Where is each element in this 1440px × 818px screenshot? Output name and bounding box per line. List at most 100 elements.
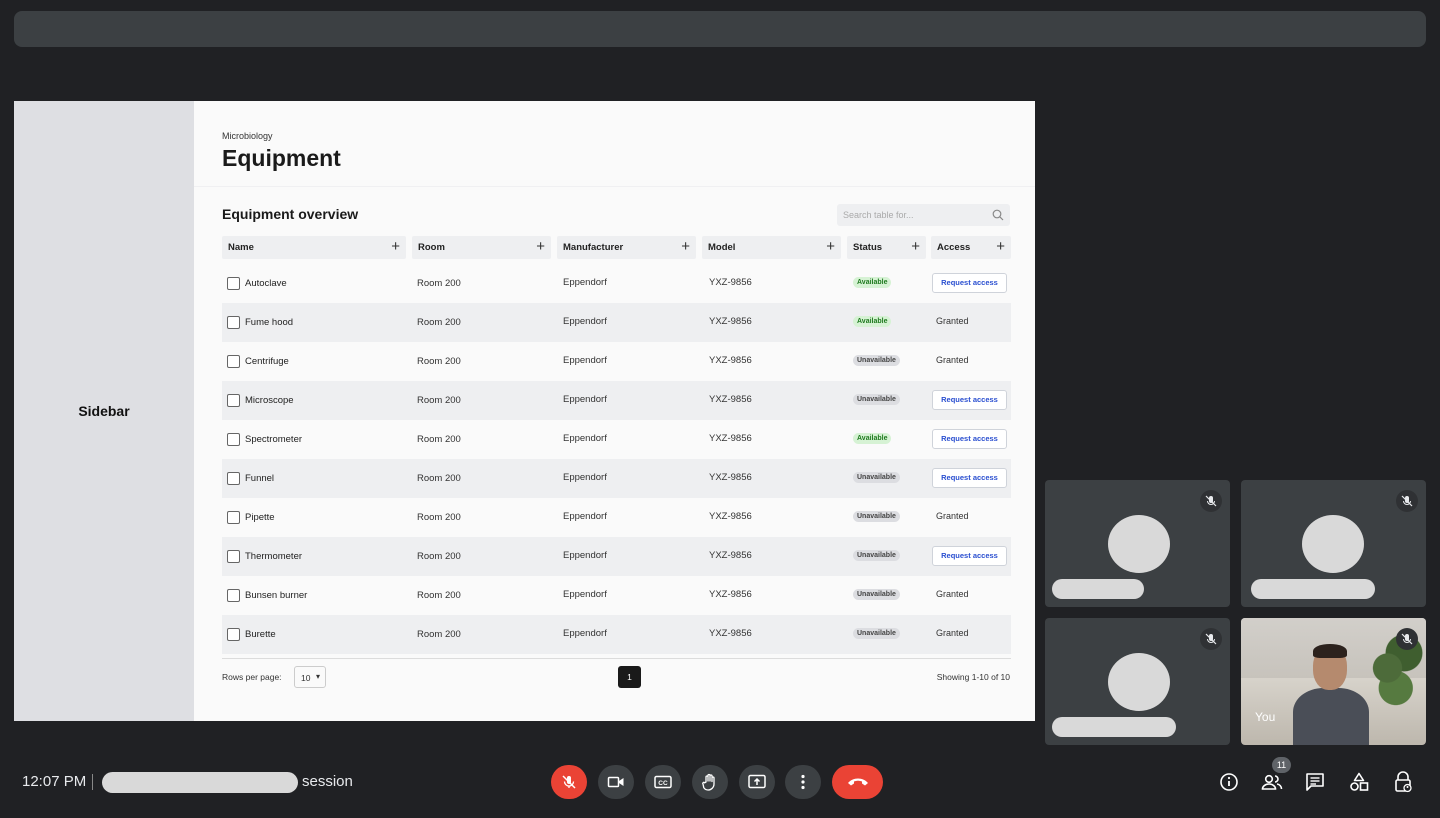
add-column-icon[interactable]: + bbox=[391, 239, 400, 254]
column-header-label: Name bbox=[228, 242, 254, 253]
add-column-icon[interactable]: + bbox=[996, 239, 1005, 254]
room-cell: Room 200 bbox=[417, 278, 461, 289]
row-checkbox[interactable] bbox=[227, 355, 240, 368]
manufacturer-cell: Eppendorf bbox=[563, 394, 607, 405]
status-badge: Unavailable bbox=[853, 589, 900, 600]
table-row[interactable]: Autoclave Room 200 Eppendorf YXZ-9856 Availa… bbox=[222, 264, 1011, 303]
table-row[interactable]: Thermometer Room 200 Eppendorf YXZ-9856 Unav… bbox=[222, 537, 1011, 576]
status-badge: Unavailable bbox=[853, 394, 900, 405]
manufacturer-cell: Eppendorf bbox=[563, 355, 607, 366]
column-header-room[interactable]: Room + bbox=[412, 236, 551, 259]
add-column-icon[interactable]: + bbox=[681, 239, 690, 254]
row-checkbox[interactable] bbox=[227, 628, 240, 641]
table-footer-divider bbox=[222, 658, 1011, 659]
participant-tile[interactable] bbox=[1241, 480, 1426, 607]
row-checkbox[interactable] bbox=[227, 394, 240, 407]
captions-button[interactable]: CC bbox=[645, 765, 681, 799]
present-screen-button[interactable] bbox=[739, 765, 775, 799]
status-badge: Unavailable bbox=[853, 550, 900, 561]
manufacturer-cell: Eppendorf bbox=[563, 589, 607, 600]
equipment-name: Bunsen burner bbox=[245, 590, 308, 601]
mic-off-icon bbox=[1396, 490, 1418, 512]
room-cell: Room 200 bbox=[417, 317, 461, 328]
page-header: Microbiology Equipment bbox=[194, 101, 1035, 187]
request-access-button[interactable]: Request access bbox=[932, 390, 1007, 410]
model-cell: YXZ-9856 bbox=[709, 394, 752, 405]
column-header-manufacturer[interactable]: Manufacturer + bbox=[557, 236, 696, 259]
chat-icon bbox=[1306, 773, 1324, 791]
row-checkbox[interactable] bbox=[227, 316, 240, 329]
raise-hand-button[interactable] bbox=[692, 765, 728, 799]
manufacturer-cell: Eppendorf bbox=[563, 511, 607, 522]
rows-per-page-select[interactable]: 10 ▾ bbox=[294, 666, 326, 688]
row-checkbox[interactable] bbox=[227, 472, 240, 485]
status-badge: Available bbox=[853, 277, 892, 288]
page-number-button[interactable]: 1 bbox=[618, 666, 641, 688]
add-column-icon[interactable]: + bbox=[911, 239, 920, 254]
chat-button[interactable] bbox=[1301, 768, 1329, 796]
more-options-button[interactable] bbox=[785, 765, 821, 799]
equipment-name: Centrifuge bbox=[245, 356, 289, 367]
info-icon bbox=[1220, 773, 1238, 791]
host-controls-button[interactable] bbox=[1389, 768, 1417, 796]
table-row[interactable]: Funnel Room 200 Eppendorf YXZ-9856 Unavailab… bbox=[222, 459, 1011, 498]
breadcrumb[interactable]: Microbiology bbox=[222, 131, 273, 141]
mic-off-icon bbox=[562, 775, 576, 789]
request-access-button[interactable]: Request access bbox=[932, 468, 1007, 488]
access-granted-label: Granted bbox=[936, 628, 969, 638]
row-checkbox[interactable] bbox=[227, 277, 240, 290]
column-header-name[interactable]: Name + bbox=[222, 236, 406, 259]
table-row[interactable]: Microscope Room 200 Eppendorf YXZ-9856 Unava… bbox=[222, 381, 1011, 420]
row-checkbox[interactable] bbox=[227, 550, 240, 563]
room-cell: Room 200 bbox=[417, 434, 461, 445]
shared-screen: Sidebar Microbiology Equipment Equipment… bbox=[14, 101, 1035, 721]
request-access-button[interactable]: Request access bbox=[932, 273, 1007, 293]
manufacturer-cell: Eppendorf bbox=[563, 628, 607, 639]
search-input[interactable] bbox=[837, 204, 987, 226]
row-checkbox[interactable] bbox=[227, 511, 240, 524]
column-header-status[interactable]: Status + bbox=[847, 236, 926, 259]
meeting-info-button[interactable] bbox=[1215, 768, 1243, 796]
table-search[interactable] bbox=[837, 204, 1010, 226]
rows-per-page-label: Rows per page: bbox=[222, 672, 282, 682]
camera-toggle-button[interactable] bbox=[598, 765, 634, 799]
lock-person-icon bbox=[1395, 771, 1412, 793]
request-access-button[interactable]: Request access bbox=[932, 546, 1007, 566]
column-header-label: Status bbox=[853, 242, 883, 253]
request-access-button[interactable]: Request access bbox=[932, 429, 1007, 449]
column-header-model[interactable]: Model + bbox=[702, 236, 841, 259]
closed-captions-icon: CC bbox=[654, 775, 672, 789]
manufacturer-cell: Eppendorf bbox=[563, 316, 607, 327]
table-row[interactable]: Bunsen burner Room 200 Eppendorf YXZ-9856 Un… bbox=[222, 576, 1011, 615]
activities-button[interactable] bbox=[1345, 768, 1373, 796]
table-row[interactable]: Fume hood Room 200 Eppendorf YXZ-9856 Availa… bbox=[222, 303, 1011, 342]
chevron-down-icon: ▾ bbox=[315, 672, 320, 681]
add-column-icon[interactable]: + bbox=[536, 239, 545, 254]
participant-tile[interactable] bbox=[1045, 618, 1230, 745]
table-row[interactable]: Burette Room 200 Eppendorf YXZ-9856 Unavaila… bbox=[222, 615, 1011, 654]
leave-call-button[interactable] bbox=[832, 765, 883, 799]
showing-count: Showing 1-10 of 10 bbox=[936, 672, 1010, 682]
microphone-toggle-button[interactable] bbox=[551, 765, 587, 799]
column-header-label: Manufacturer bbox=[563, 242, 624, 253]
top-bar bbox=[14, 11, 1426, 47]
equipment-name: Autoclave bbox=[245, 278, 287, 289]
self-video-tile[interactable]: You bbox=[1241, 618, 1426, 745]
column-header-access[interactable]: Access + bbox=[931, 236, 1011, 259]
search-icon[interactable] bbox=[992, 209, 1004, 221]
row-checkbox[interactable] bbox=[227, 433, 240, 446]
row-checkbox[interactable] bbox=[227, 589, 240, 602]
status-badge: Unavailable bbox=[853, 472, 900, 483]
people-icon bbox=[1261, 774, 1283, 790]
room-cell: Room 200 bbox=[417, 590, 461, 601]
table-row[interactable]: Pipette Room 200 Eppendorf YXZ-9856 Unavaila… bbox=[222, 498, 1011, 537]
participant-tile[interactable] bbox=[1045, 480, 1230, 607]
video-person-body bbox=[1293, 688, 1369, 745]
table-row[interactable]: Centrifuge Room 200 Eppendorf YXZ-9856 Unava… bbox=[222, 342, 1011, 381]
table-row[interactable]: Spectrometer Room 200 Eppendorf YXZ-9856 Ava… bbox=[222, 420, 1011, 459]
page-title: Equipment bbox=[222, 145, 341, 171]
more-vert-icon bbox=[801, 774, 805, 790]
avatar bbox=[1108, 653, 1170, 711]
add-column-icon[interactable]: + bbox=[826, 239, 835, 254]
divider bbox=[92, 774, 93, 790]
